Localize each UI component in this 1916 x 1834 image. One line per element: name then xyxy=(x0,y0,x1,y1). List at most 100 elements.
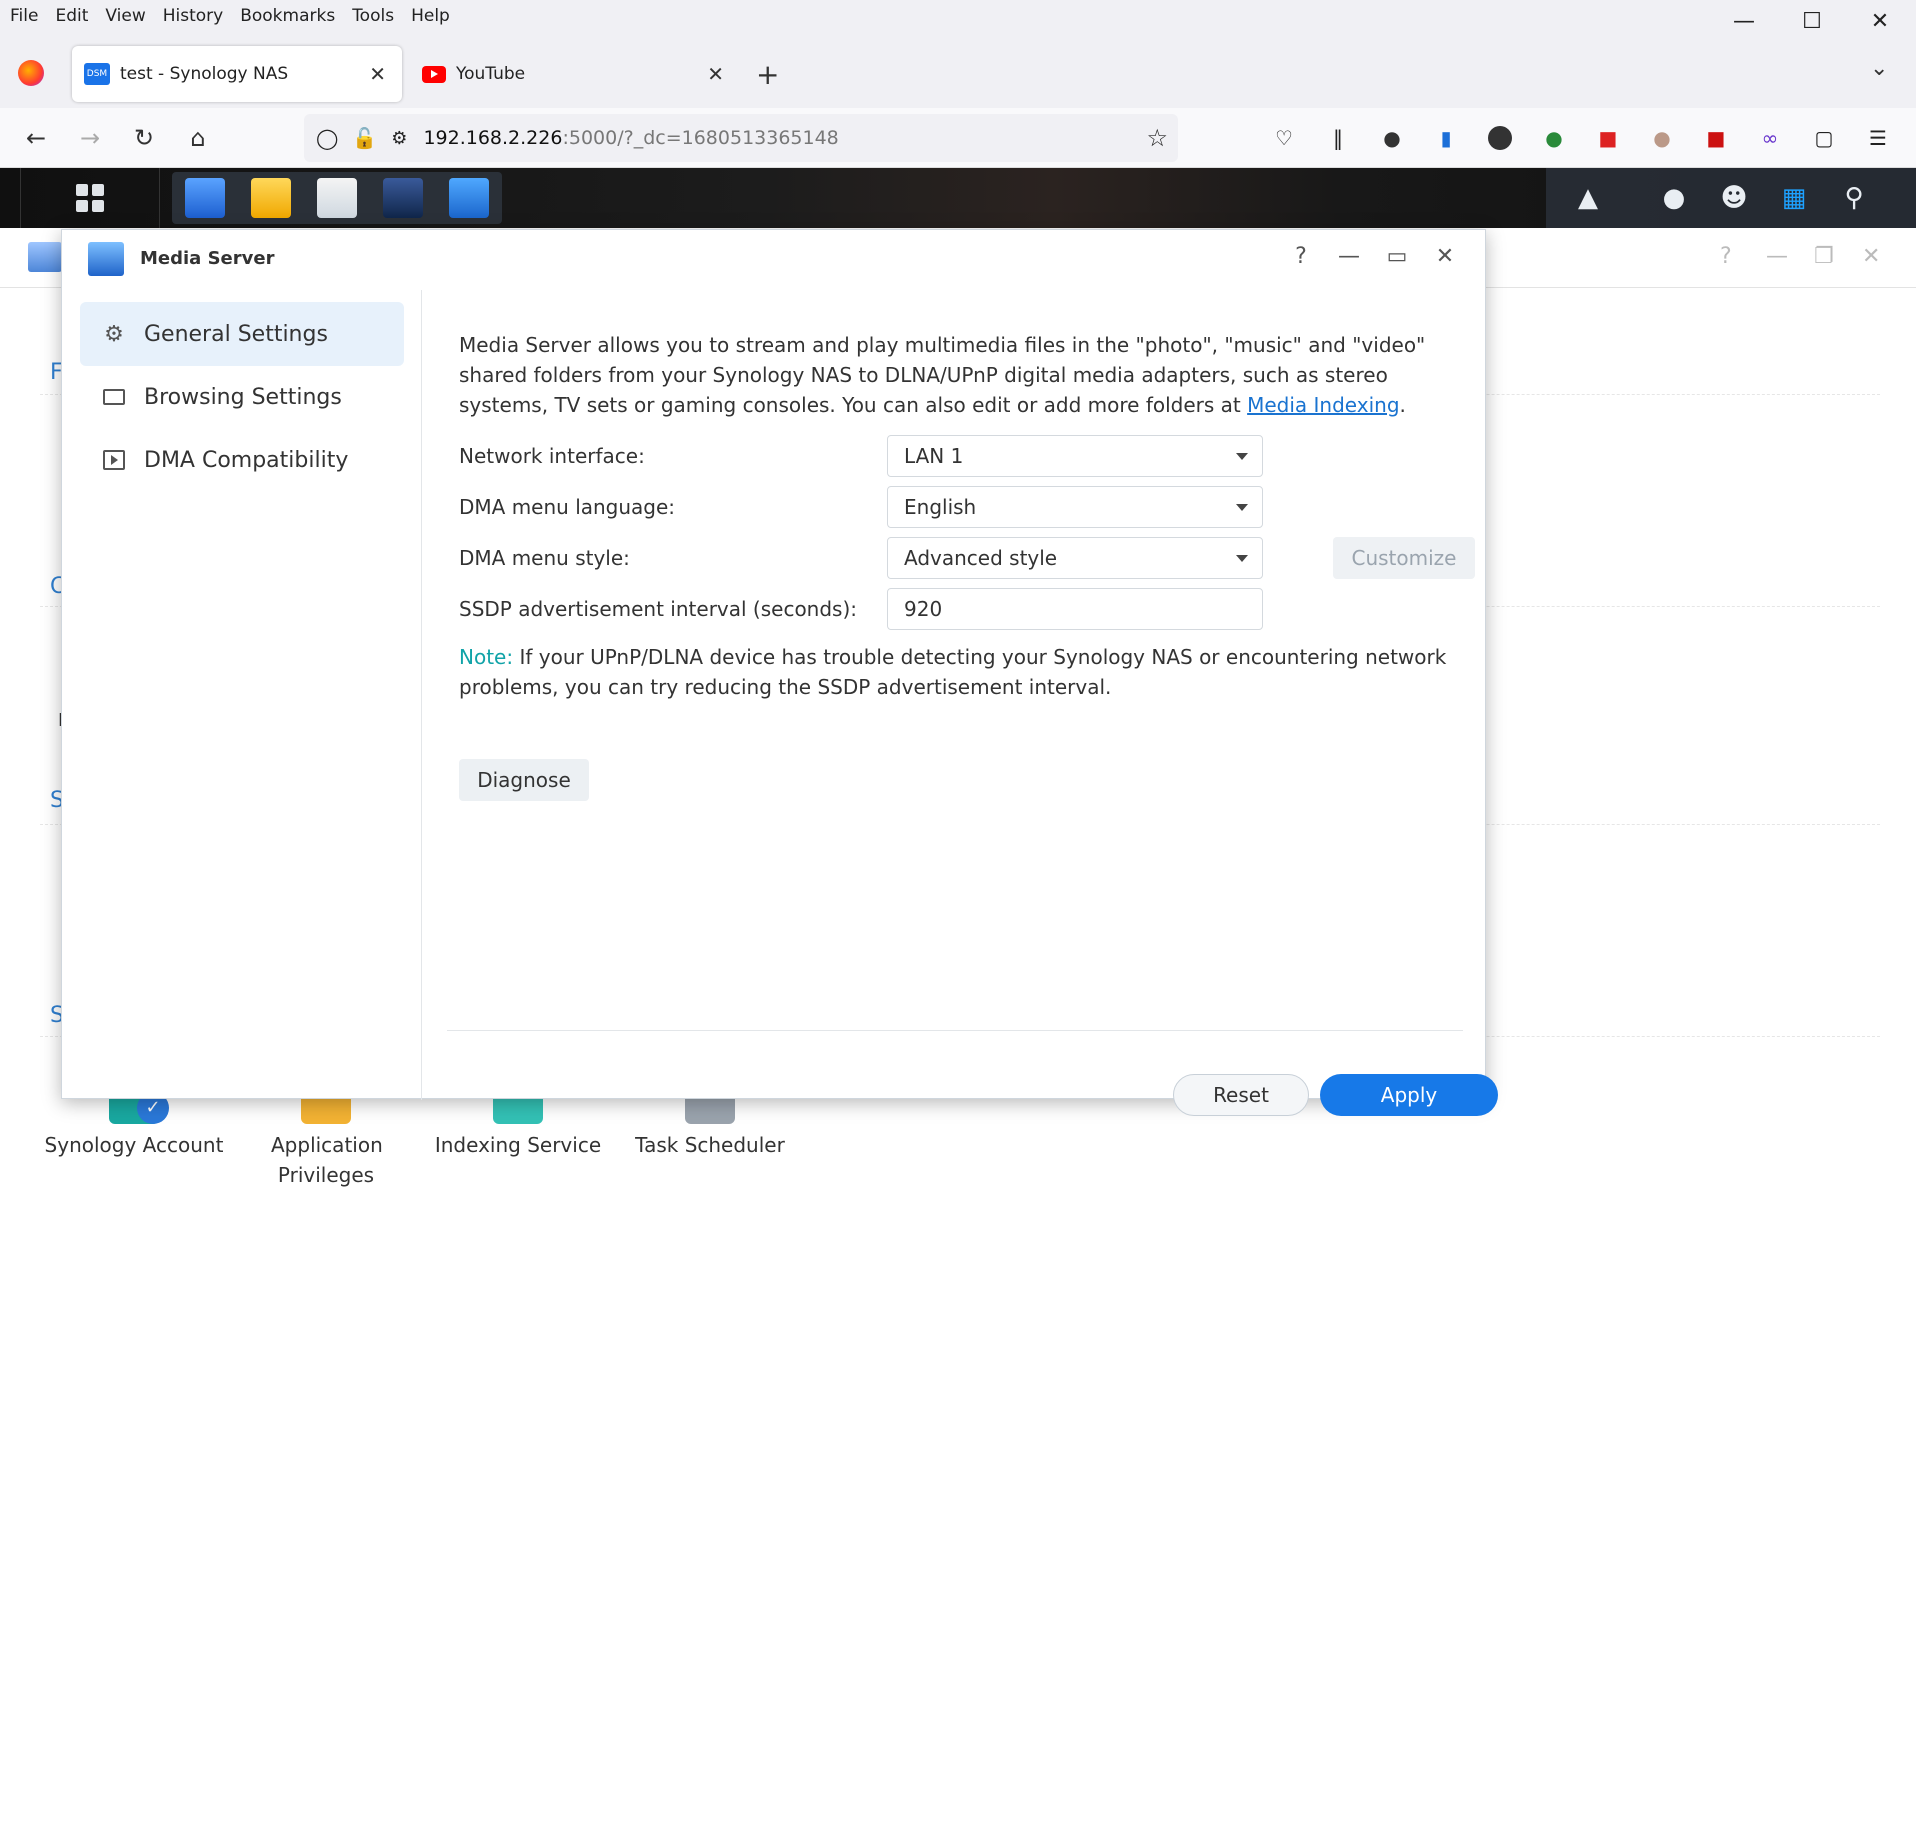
general-settings-panel: Media Server allows you to stream and pl… xyxy=(423,290,1498,1116)
new-tab-icon[interactable]: + xyxy=(756,58,779,91)
tab-synology[interactable]: DSM test - Synology NAS ✕ xyxy=(72,46,402,102)
url-path: :5000/?_dc=1680513365148 xyxy=(562,127,839,149)
menu-tools[interactable]: Tools xyxy=(352,6,394,26)
extensions-puzzle-icon[interactable]: ▢ xyxy=(1808,122,1840,154)
bg-help-icon[interactable]: ? xyxy=(1720,244,1732,269)
app-label: Application Privileges xyxy=(271,1133,383,1187)
list-tabs-icon[interactable]: ⌄ xyxy=(1870,56,1888,81)
bookmark-star-icon[interactable]: ☆ xyxy=(1146,124,1168,152)
sidebar-item-label: Browsing Settings xyxy=(144,384,342,410)
firefox-icon[interactable] xyxy=(18,60,44,86)
browser-menubar: File Edit View History Bookmarks Tools H… xyxy=(0,0,1916,32)
sidebar-item-dma-compatibility[interactable]: DMA Compatibility xyxy=(80,428,404,492)
url-host: 192.168.2.226 xyxy=(423,127,563,149)
select-value: LAN 1 xyxy=(904,444,964,468)
sidebar-item-general-settings[interactable]: ⚙ General Settings xyxy=(80,302,404,366)
network-interface-select[interactable]: LAN 1 xyxy=(887,435,1263,477)
hamburger-menu-icon[interactable]: ☰ xyxy=(1862,122,1894,154)
extension-globe-icon[interactable]: ● xyxy=(1538,122,1570,154)
select-value: Advanced style xyxy=(904,546,1058,570)
input-value: 920 xyxy=(904,597,943,621)
task-scheduler-app[interactable]: Task Scheduler xyxy=(620,1090,800,1160)
minimize-icon[interactable]: — xyxy=(1334,244,1364,269)
bg-close-icon[interactable]: ✕ xyxy=(1862,244,1880,269)
application-privileges-app[interactable]: Application Privileges xyxy=(236,1090,416,1190)
home-icon[interactable]: ⌂ xyxy=(178,118,218,158)
dma-menu-language-label: DMA menu language: xyxy=(459,495,676,519)
apply-button[interactable]: Apply xyxy=(1320,1074,1498,1116)
shield-icon[interactable]: ◯ xyxy=(316,126,338,150)
maximize-icon[interactable]: ▭ xyxy=(1382,244,1412,269)
close-tab-icon[interactable]: ✕ xyxy=(369,62,386,86)
indexing-service-app[interactable]: Indexing Service xyxy=(428,1090,608,1160)
library-icon[interactable]: ‖ xyxy=(1322,122,1354,154)
back-icon[interactable]: ← xyxy=(16,118,56,158)
network-interface-label: Network interface: xyxy=(459,444,645,468)
extension-link-icon[interactable]: ∞ xyxy=(1754,122,1786,154)
monitor-icon xyxy=(100,383,128,411)
dsm-taskbar: ▲ ● ☻ ▦ ⚲ xyxy=(0,168,1916,228)
bg-minimize-icon[interactable]: — xyxy=(1766,244,1788,269)
close-tab-icon[interactable]: ✕ xyxy=(707,62,724,86)
insecure-lock-icon[interactable]: 🔓 xyxy=(352,126,377,150)
file-station-app-icon[interactable] xyxy=(251,178,291,218)
notifications-chat-icon[interactable]: ● xyxy=(1644,168,1704,228)
diagnose-button[interactable]: Diagnose xyxy=(459,759,589,801)
menu-history[interactable]: History xyxy=(163,6,223,26)
dma-menu-style-select[interactable]: Advanced style xyxy=(887,537,1263,579)
note-text: Note: If your UPnP/DLNA device has troub… xyxy=(459,645,1447,699)
reset-button[interactable]: Reset xyxy=(1173,1074,1309,1116)
tab-title: YouTube xyxy=(456,64,526,84)
package-center-app-icon[interactable] xyxy=(317,178,357,218)
resource-monitor-app-icon[interactable] xyxy=(383,178,423,218)
menu-help[interactable]: Help xyxy=(411,6,450,26)
dma-menu-style-label: DMA menu style: xyxy=(459,546,630,570)
sidebar-item-browsing-settings[interactable]: Browsing Settings xyxy=(80,365,404,429)
window-header: Media Server ? — ▭ ✕ xyxy=(62,230,1485,290)
menu-view[interactable]: View xyxy=(105,6,145,26)
upload-icon[interactable]: ▲ xyxy=(1558,168,1618,228)
extension-d-icon[interactable] xyxy=(1484,122,1516,154)
gear-icon: ⚙ xyxy=(104,321,124,347)
widgets-icon[interactable]: ▦ xyxy=(1764,168,1824,228)
main-menu-grid-icon xyxy=(76,184,104,212)
control-panel-app-icon[interactable] xyxy=(185,178,225,218)
customize-button[interactable]: Customize xyxy=(1333,537,1475,579)
forward-icon[interactable]: → xyxy=(70,118,110,158)
extension-bars-icon[interactable]: ▮ xyxy=(1430,122,1462,154)
close-icon[interactable]: ✕ xyxy=(1430,244,1460,269)
app-label: Indexing Service xyxy=(434,1133,602,1157)
description-text: Media Server allows you to stream and pl… xyxy=(459,333,1426,417)
reload-icon[interactable]: ↻ xyxy=(124,118,164,158)
tab-youtube[interactable]: YouTube ✕ xyxy=(410,46,740,102)
search-icon[interactable]: ⚲ xyxy=(1824,168,1884,228)
play-box-icon xyxy=(100,446,128,474)
user-icon[interactable]: ☻ xyxy=(1704,168,1764,228)
extension-a-icon[interactable]: ● xyxy=(1376,122,1408,154)
sidebar-item-label: DMA Compatibility xyxy=(144,447,349,473)
window-title: Media Server xyxy=(140,248,275,269)
tab-bar: DSM test - Synology NAS ✕ YouTube ✕ + ⌄ xyxy=(0,32,1916,108)
permissions-icon[interactable]: ⚙ xyxy=(391,128,407,149)
media-server-window: Media Server ? — ▭ ✕ ⚙ General Settings … xyxy=(61,229,1498,1116)
extension-shield-icon[interactable]: ■ xyxy=(1592,122,1624,154)
app-label: Task Scheduler xyxy=(635,1133,785,1157)
menu-file[interactable]: File xyxy=(10,6,38,26)
menu-edit[interactable]: Edit xyxy=(55,6,88,26)
address-bar[interactable]: ◯ 🔓 ⚙ 192.168.2.226:5000/?_dc=1680513365… xyxy=(304,114,1178,162)
media-indexing-link[interactable]: Media Indexing xyxy=(1247,393,1399,417)
dma-menu-language-select[interactable]: English xyxy=(887,486,1263,528)
extension-face-icon[interactable]: ● xyxy=(1646,122,1678,154)
help-icon[interactable]: ? xyxy=(1286,244,1316,269)
ssdp-interval-label: SSDP advertisement interval (seconds): xyxy=(459,597,858,621)
pocket-icon[interactable]: ♡ xyxy=(1268,122,1300,154)
media-server-app-icon[interactable] xyxy=(449,178,489,218)
menu-bookmarks[interactable]: Bookmarks xyxy=(240,6,335,26)
main-menu-button[interactable] xyxy=(20,168,160,228)
synology-account-app[interactable]: ✓ Synology Account xyxy=(44,1090,224,1160)
settings-sidebar: ⚙ General Settings Browsing Settings DMA… xyxy=(62,290,422,1100)
navigation-toolbar: ← → ↻ ⌂ ◯ 🔓 ⚙ 192.168.2.226:5000/?_dc=16… xyxy=(0,108,1916,168)
ssdp-interval-input[interactable]: 920 xyxy=(887,588,1263,630)
extension-wand-icon[interactable]: ■ xyxy=(1700,122,1732,154)
bg-restore-icon[interactable]: ❐ xyxy=(1814,244,1834,269)
